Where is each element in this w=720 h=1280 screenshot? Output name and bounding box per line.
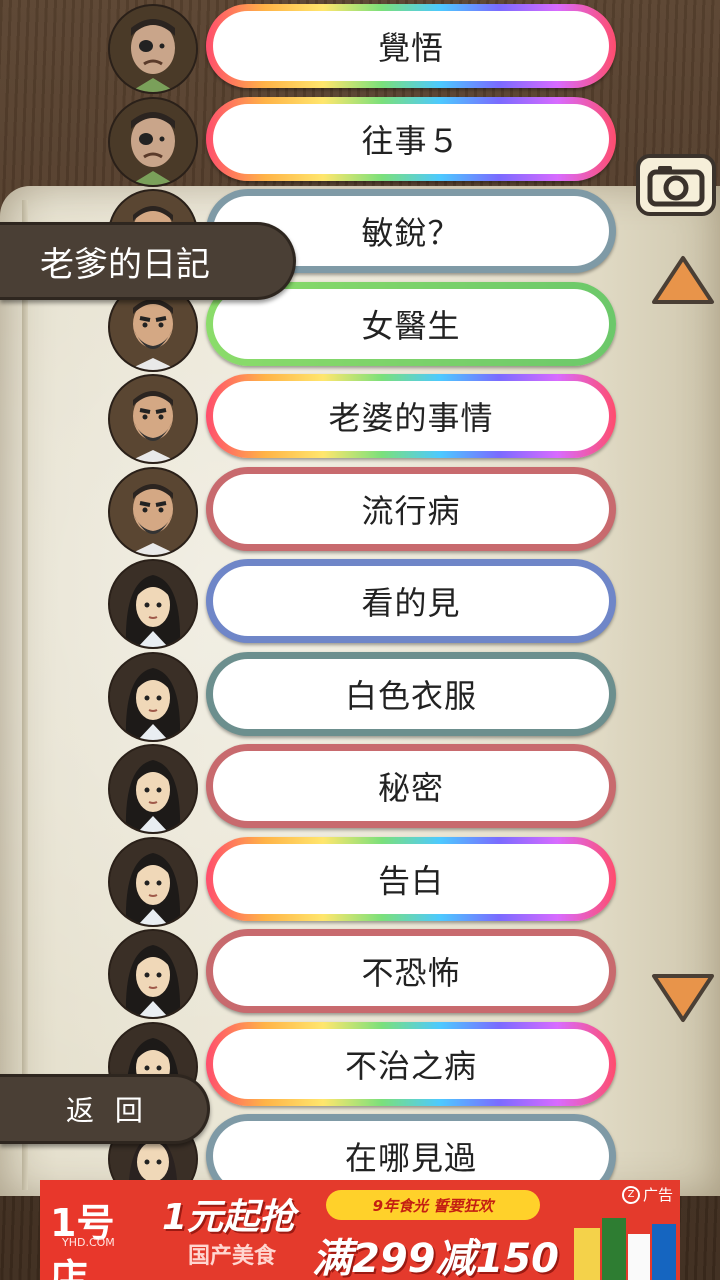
scroll-up-button[interactable] bbox=[650, 254, 716, 306]
diary-entry-row[interactable]: 秘密 bbox=[108, 744, 616, 834]
diary-entry-label: 告白 bbox=[213, 844, 609, 914]
diary-entry-row[interactable]: 往事５ bbox=[108, 97, 616, 187]
diary-entry-button[interactable]: 老婆的事情 bbox=[206, 374, 616, 458]
character-avatar-long-haired-girl bbox=[108, 929, 198, 1019]
character-avatar-long-haired-girl bbox=[108, 559, 198, 649]
triangle-down-icon bbox=[652, 974, 714, 1022]
diary-entry-button[interactable]: 秘密 bbox=[206, 744, 616, 828]
diary-entry-button[interactable]: 不治之病 bbox=[206, 1022, 616, 1106]
diary-entry-label: 白色衣服 bbox=[213, 659, 609, 729]
character-avatar-one-eyed-man bbox=[108, 97, 198, 187]
ad-banner[interactable]: 1号店 YHD.COM 1元起抢 国产美食 9年食光 誓要狂欢 满299减150… bbox=[40, 1180, 680, 1280]
diary-entry-label: 看的見 bbox=[213, 566, 609, 636]
character-avatar-bearded-father bbox=[108, 467, 198, 557]
character-avatar-long-haired-girl bbox=[108, 837, 198, 927]
diary-entry-row[interactable]: 白色衣服 bbox=[108, 652, 616, 742]
ad-logo-sub: YHD.COM bbox=[62, 1236, 115, 1249]
back-button[interactable]: 返 回 bbox=[0, 1074, 210, 1144]
scroll-down-button[interactable] bbox=[650, 972, 716, 1024]
diary-entry-label: 老婆的事情 bbox=[213, 381, 609, 451]
diary-entry-label: 女醫生 bbox=[213, 289, 609, 359]
diary-entry-button[interactable]: 覺悟 bbox=[206, 4, 616, 88]
ad-tag-label: 广告 bbox=[643, 1186, 674, 1204]
ad-subline: 国产美食 bbox=[188, 1244, 277, 1269]
diary-entry-button[interactable]: 往事５ bbox=[206, 97, 616, 181]
character-avatar-one-eyed-man bbox=[108, 4, 198, 94]
diary-title-tab: 老爹的日記 bbox=[0, 222, 296, 300]
diary-entry-button[interactable]: 流行病 bbox=[206, 467, 616, 551]
diary-entry-row[interactable]: 告白 bbox=[108, 837, 616, 927]
camera-icon bbox=[647, 166, 705, 207]
diary-entry-label: 不治之病 bbox=[213, 1029, 609, 1099]
ad-tag: Z 广告 bbox=[622, 1184, 673, 1205]
triangle-up-icon bbox=[652, 256, 714, 304]
diary-entry-button[interactable]: 白色衣服 bbox=[206, 652, 616, 736]
character-avatar-bearded-father bbox=[108, 374, 198, 464]
diary-entry-label: 不恐怖 bbox=[213, 936, 609, 1006]
diary-entry-button[interactable]: 看的見 bbox=[206, 559, 616, 643]
ad-logo-box: 1号店 YHD.COM bbox=[40, 1180, 120, 1280]
diary-entry-label: 秘密 bbox=[213, 751, 609, 821]
diary-entry-label: 覺悟 bbox=[213, 11, 609, 81]
book-page-edge bbox=[22, 200, 28, 1190]
character-avatar-long-haired-girl bbox=[108, 744, 198, 834]
diary-entry-label: 流行病 bbox=[213, 474, 609, 544]
diary-entry-row[interactable]: 看的見 bbox=[108, 559, 616, 649]
camera-button[interactable] bbox=[636, 154, 716, 216]
diary-entry-row[interactable]: 覺悟 bbox=[108, 4, 616, 94]
ad-offer: 满299减150 bbox=[312, 1236, 559, 1280]
diary-entry-button[interactable]: 告白 bbox=[206, 837, 616, 921]
character-avatar-long-haired-girl bbox=[108, 652, 198, 742]
ad-info-icon: Z bbox=[622, 1185, 640, 1204]
diary-entry-label: 往事５ bbox=[213, 104, 609, 174]
ad-products-image bbox=[574, 1218, 676, 1280]
diary-entry-row[interactable]: 老婆的事情 bbox=[108, 374, 616, 464]
ad-headline: 1元起抢 bbox=[162, 1197, 296, 1238]
diary-entry-row[interactable]: 不恐怖 bbox=[108, 929, 616, 1019]
ad-promo-pill: 9年食光 誓要狂欢 bbox=[326, 1190, 540, 1220]
diary-entry-button[interactable]: 不恐怖 bbox=[206, 929, 616, 1013]
diary-entry-row[interactable]: 流行病 bbox=[108, 467, 616, 557]
